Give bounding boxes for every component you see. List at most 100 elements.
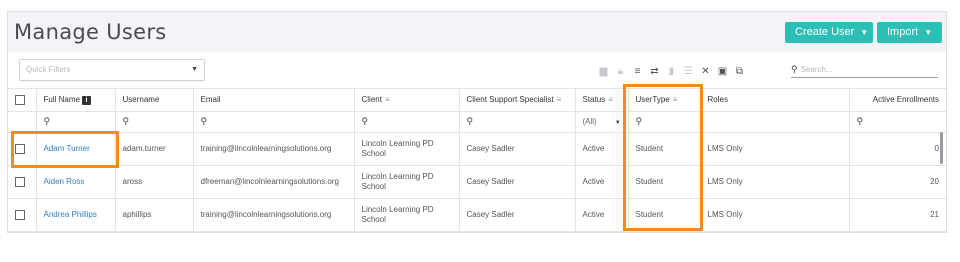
column-header-full-name[interactable]: Full Name i xyxy=(36,89,116,112)
cell-client: Lincoln Learning PD School xyxy=(354,165,460,199)
filter-client[interactable]: ⚲ xyxy=(354,111,460,133)
column-header-email[interactable]: Email xyxy=(193,89,355,112)
filter-icon[interactable]: ≡ xyxy=(608,95,613,104)
import-button[interactable]: Import ▼ xyxy=(877,22,942,43)
column-label: Username xyxy=(122,95,160,105)
cell-full-name[interactable]: Adam Turner xyxy=(36,132,116,166)
trash-icon[interactable]: ▮ xyxy=(666,65,677,77)
header-row: Full Name i Username Email Client ≡ Client… xyxy=(8,89,946,112)
grid-toolbar: Quick Filters ▼ ▆ 🔒︎ ≡ ⇄ ▮ ☰ ✕ ▣ ⧉ ⚲ Sear… xyxy=(8,52,946,89)
search-icon: ⚲ xyxy=(856,116,864,126)
manage-users-panel: Manage Users Create User ▼ Import ▼ Quick … xyxy=(7,11,947,233)
search-icon: ⚲ xyxy=(122,116,130,126)
select-all-cell xyxy=(8,89,37,112)
cell-username: aphillips xyxy=(115,198,194,232)
status-filter-value: (All) xyxy=(582,117,597,126)
row-checkbox[interactable] xyxy=(15,209,25,220)
column-label: UserType xyxy=(635,95,670,105)
cell-status: Active xyxy=(575,165,629,199)
table-row[interactable]: Adam Turner adam.turner training@lincoln… xyxy=(8,132,946,166)
cell-specialist: Casey Sadler xyxy=(459,198,576,232)
cell-status: Active xyxy=(575,198,629,232)
row-checkbox[interactable] xyxy=(15,143,25,154)
column-header-active-enrollments[interactable]: Active Enrollments xyxy=(849,89,946,112)
table-row[interactable]: Andrea Phillips aphillips training@linco… xyxy=(8,198,946,232)
column-header-status[interactable]: Status ≡ xyxy=(575,89,629,112)
caret-down-icon: ▼ xyxy=(924,28,933,37)
quick-filters-select[interactable]: Quick Filters ▼ xyxy=(19,59,205,81)
info-icon[interactable]: i xyxy=(81,95,91,105)
cell-email: dfreeman@lincolnlearningsolutions.org xyxy=(193,165,355,199)
cell-enrollments: 0 xyxy=(849,132,946,166)
cell-user-type: Student xyxy=(628,198,701,232)
column-header-username[interactable]: Username xyxy=(115,89,194,112)
page-title: Manage Users xyxy=(14,20,167,44)
filter-username[interactable]: ⚲ xyxy=(115,111,194,133)
user-name-link[interactable]: Andrea Phillips xyxy=(44,210,97,219)
search-icon: ⚲ xyxy=(791,64,798,74)
cell-email: training@lincolnlearningsolutions.org xyxy=(193,132,355,166)
select-all-checkbox[interactable] xyxy=(15,94,25,105)
filter-icon[interactable]: ≡ xyxy=(632,65,643,77)
search-placeholder: Search... xyxy=(800,65,833,74)
status-filter-select[interactable]: (All) ▼ xyxy=(575,111,629,133)
search-icon: ⚲ xyxy=(361,116,369,126)
row-select-cell xyxy=(8,198,37,232)
list-icon[interactable]: ☰ xyxy=(683,65,694,77)
filter-icon[interactable]: ≡ xyxy=(557,95,562,104)
cell-enrollments: 21 xyxy=(849,198,946,232)
filter-icon[interactable]: ≡ xyxy=(385,95,390,104)
cell-full-name[interactable]: Aiden Ross xyxy=(36,165,116,199)
row-select-cell xyxy=(8,132,37,166)
cell-roles: LMS Only xyxy=(700,165,850,199)
cell-specialist: Casey Sadler xyxy=(459,132,576,166)
create-user-button[interactable]: Create User ▼ xyxy=(785,22,873,43)
expand-icon[interactable]: ✕ xyxy=(700,65,711,77)
report-icon[interactable]: ▆ xyxy=(598,65,609,77)
cell-roles: LMS Only xyxy=(700,132,850,166)
cell-username: adam.turner xyxy=(115,132,194,166)
filter-specialist[interactable]: ⚲ xyxy=(459,111,576,133)
column-header-client-support-specialist[interactable]: Client Support Specialist ≡ xyxy=(459,89,576,112)
column-label: Email xyxy=(200,95,221,105)
column-header-roles[interactable]: Roles xyxy=(700,89,850,112)
column-label: Client Support Specialist xyxy=(466,95,554,105)
filter-row: ⚲ ⚲ ⚲ ⚲ ⚲ (All) ▼ ⚲ ⚲ xyxy=(8,111,946,133)
toolbar-icons: ▆ 🔒︎ ≡ ⇄ ▮ ☰ ✕ ▣ ⧉ xyxy=(598,63,745,79)
search-icon: ⚲ xyxy=(43,116,51,126)
cell-full-name[interactable]: Andrea Phillips xyxy=(36,198,116,232)
user-name-link[interactable]: Adam Turner xyxy=(44,144,90,153)
column-header-user-type[interactable]: UserType ≡ xyxy=(628,89,701,112)
lock-icon[interactable]: 🔒︎ xyxy=(615,65,626,77)
cell-username: aross xyxy=(115,165,194,199)
cell-client: Lincoln Learning PD School xyxy=(354,132,460,166)
quick-filters-placeholder: Quick Filters xyxy=(26,65,71,74)
cell-user-type: Student xyxy=(628,132,701,166)
filter-roles xyxy=(700,111,850,133)
filter-full-name[interactable]: ⚲ xyxy=(36,111,116,133)
user-name-link[interactable]: Aiden Ross xyxy=(44,177,85,186)
table-row[interactable]: Aiden Ross aross dfreeman@lincolnlearnin… xyxy=(8,165,946,199)
search-icon: ⚲ xyxy=(466,116,474,126)
table-scrollbar[interactable] xyxy=(940,132,943,164)
column-label: Client xyxy=(361,95,382,105)
row-checkbox[interactable] xyxy=(15,176,25,187)
search-icon: ⚲ xyxy=(635,116,643,126)
cell-email: training@lincolnlearningsolutions.org xyxy=(193,198,355,232)
column-label: Roles xyxy=(707,95,728,105)
filter-enrollments[interactable]: ⚲ xyxy=(849,111,946,133)
column-header-client[interactable]: Client ≡ xyxy=(354,89,460,112)
filter-icon[interactable]: ≡ xyxy=(673,95,678,104)
column-label: Full Name xyxy=(43,94,80,104)
row-select-cell xyxy=(8,165,37,199)
column-label: Status xyxy=(582,95,606,105)
search-input[interactable]: ⚲ Search... xyxy=(791,61,938,78)
caret-down-icon: ▼ xyxy=(614,120,621,126)
filter-user-type[interactable]: ⚲ xyxy=(628,111,701,133)
cell-status: Active xyxy=(575,132,629,166)
cell-client: Lincoln Learning PD School xyxy=(354,198,460,232)
column-settings-icon[interactable]: ⧉ xyxy=(734,65,745,77)
swap-icon[interactable]: ⇄ xyxy=(649,65,660,77)
export-icon[interactable]: ▣ xyxy=(717,65,728,77)
filter-email[interactable]: ⚲ xyxy=(193,111,355,133)
